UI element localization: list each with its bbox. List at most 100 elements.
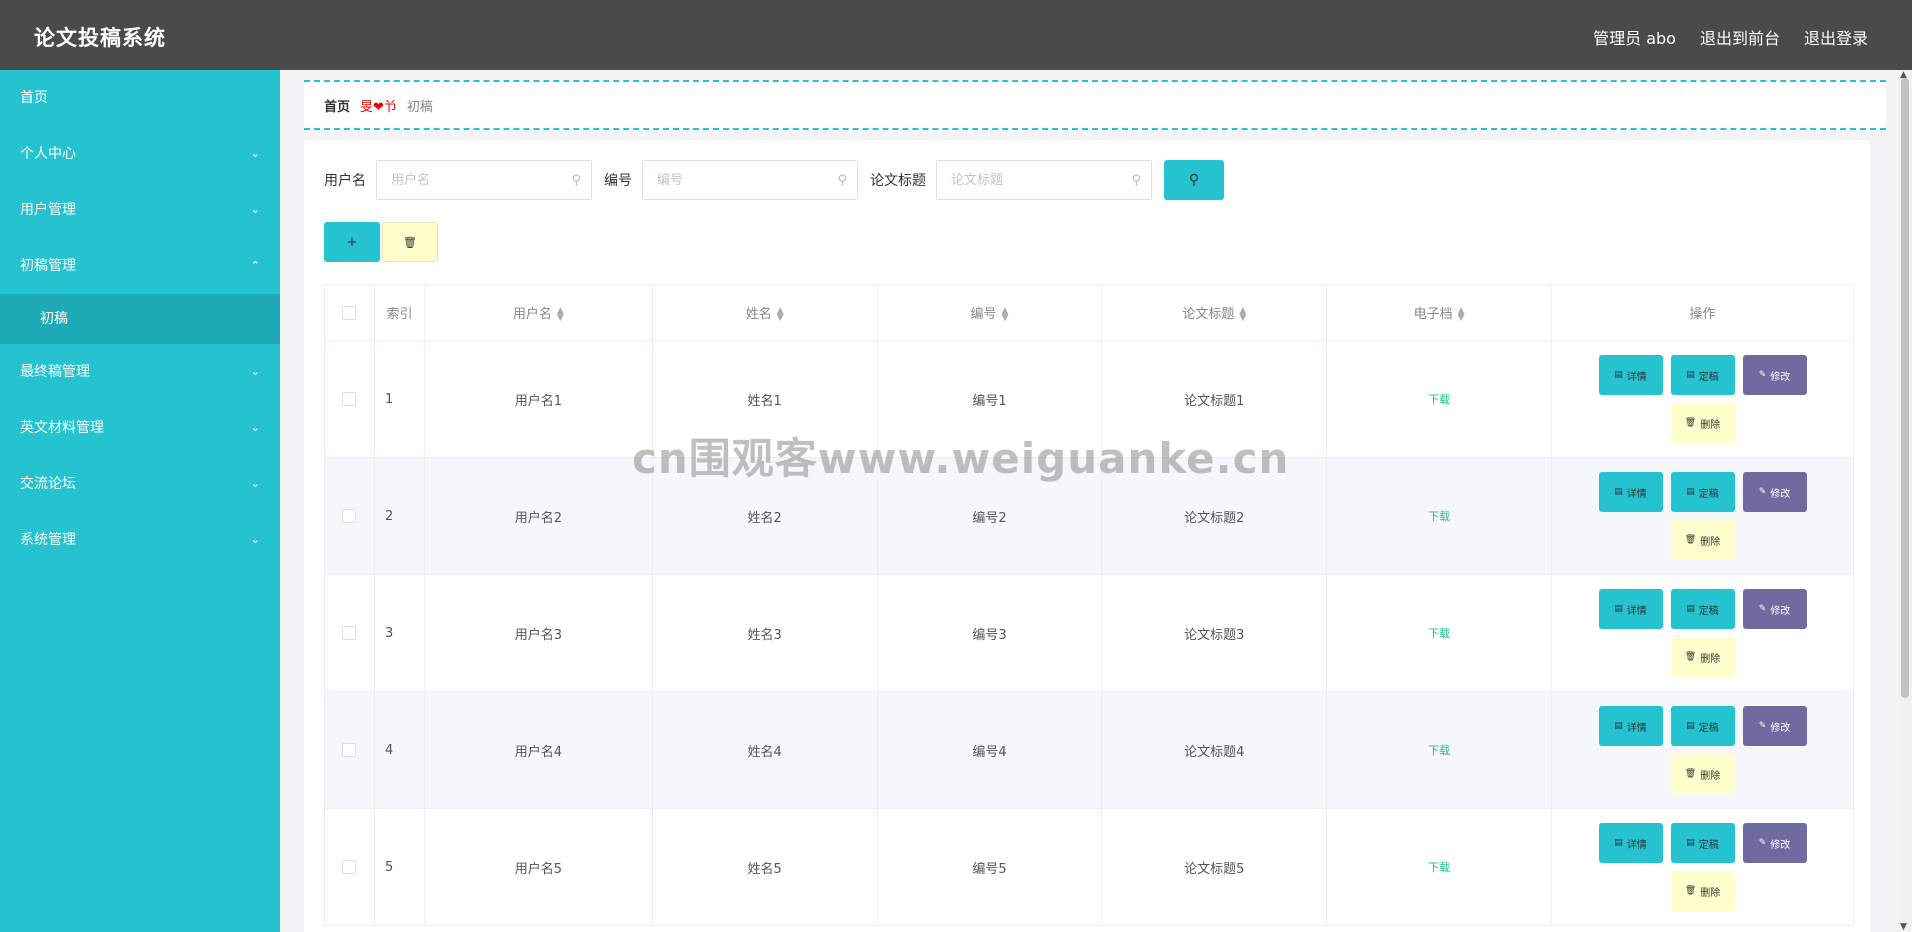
row-index: 3 <box>373 574 425 692</box>
number-search-input[interactable] <box>643 161 857 199</box>
download-link[interactable]: 下载 <box>1428 861 1450 874</box>
document-icon: ▤ <box>1686 604 1695 614</box>
row-actions: ▤ 详情 ▤ 定稿 ✎ 修改 🗑 删除 <box>1551 691 1854 809</box>
table-row: 3 用户名3 姓名3 编号3 论文标题3 下载 ▤ 详情 ▤ 定稿 ✎ 修改 🗑 删除 <box>324 574 1854 692</box>
header-name[interactable]: 姓名 ▲ ▼ <box>651 284 878 341</box>
detail-button[interactable]: ▤ 详情 <box>1598 472 1663 512</box>
detail-button[interactable]: ▤ 详情 <box>1598 355 1663 395</box>
trash-icon: 🗑 <box>1684 418 1697 428</box>
logout-link[interactable]: 退出登录 <box>1804 25 1868 49</box>
main-content: 首页 旻❤兯 初稿 用户名 ⚲ 编号 ⚲ 论文标题 ⚲ ⚲ + 🗑 <box>280 70 1912 932</box>
username-search-input[interactable] <box>377 161 591 199</box>
pencil-icon: ✎ <box>1758 721 1767 731</box>
finalize-button[interactable]: ▤ 定稿 <box>1670 355 1735 395</box>
finalize-button[interactable]: ▤ 定稿 <box>1670 706 1735 746</box>
table-header-row: 索引 用户名 ▲ ▼ 姓名 ▲ ▼ 编号 ▲ ▼ 论文标题 ▲ ▼ 电子档 ▲ ▼ 操作 <box>324 284 1854 341</box>
row-name: 姓名2 <box>651 457 878 575</box>
download-link[interactable]: 下载 <box>1428 627 1450 640</box>
row-number: 编号3 <box>876 574 1103 692</box>
chevron-down-icon: ⌄ <box>250 421 260 434</box>
document-icon: ▤ <box>1614 838 1623 848</box>
breadcrumb-home[interactable]: 首页 <box>324 96 350 115</box>
row-index: 1 <box>373 340 425 458</box>
sidebar-item-english-material[interactable]: 英文材料管理 ⌄ <box>0 400 280 456</box>
detail-button[interactable]: ▤ 详情 <box>1598 706 1663 746</box>
row-actions: ▤ 详情 ▤ 定稿 ✎ 修改 🗑 删除 <box>1551 457 1854 575</box>
sidebar-item-draft[interactable]: 初稿 <box>0 294 280 344</box>
detail-button[interactable]: ▤ 详情 <box>1598 589 1663 629</box>
row-select-cell <box>324 691 375 809</box>
pencil-icon: ✎ <box>1758 838 1767 848</box>
edit-button[interactable]: ✎ 修改 <box>1742 706 1807 746</box>
pencil-icon: ✎ <box>1758 604 1767 614</box>
sidebar-item-user-management[interactable]: 用户管理 ⌄ <box>0 182 280 238</box>
delete-button[interactable]: 🗑 删除 <box>1670 403 1735 443</box>
table-row: 2 用户名2 姓名2 编号2 论文标题2 下载 ▤ 详情 ▤ 定稿 ✎ 修改 🗑 删除 <box>324 457 1854 575</box>
edit-button[interactable]: ✎ 修改 <box>1742 589 1807 629</box>
row-actions: ▤ 详情 ▤ 定稿 ✎ 修改 🗑 删除 <box>1551 808 1854 926</box>
row-number: 编号2 <box>876 457 1103 575</box>
row-index: 4 <box>373 691 425 809</box>
select-all-checkbox[interactable] <box>342 305 357 320</box>
row-checkbox[interactable] <box>342 509 357 523</box>
delete-button[interactable]: 🗑 删除 <box>1670 871 1735 911</box>
edit-button[interactable]: ✎ 修改 <box>1742 472 1807 512</box>
row-title: 论文标题2 <box>1101 457 1328 575</box>
finalize-button[interactable]: ▤ 定稿 <box>1670 472 1735 512</box>
number-label: 编号 <box>604 173 632 189</box>
number-search-box: ⚲ <box>642 160 858 200</box>
scrollbar-thumb[interactable] <box>1901 78 1909 698</box>
scroll-down-icon[interactable]: ▼ <box>1900 922 1907 932</box>
chevron-down-icon: ⌄ <box>250 477 260 490</box>
sidebar-item-home[interactable]: 首页 <box>0 70 280 126</box>
row-number: 编号5 <box>876 808 1103 926</box>
batch-delete-button[interactable]: 🗑 <box>382 222 438 262</box>
trash-icon: 🗑 <box>1684 886 1697 896</box>
sidebar-item-personal-center[interactable]: 个人中心 ⌄ <box>0 126 280 182</box>
finalize-button[interactable]: ▤ 定稿 <box>1670 823 1735 863</box>
document-icon: ▤ <box>1686 487 1695 497</box>
header-username[interactable]: 用户名 ▲ ▼ <box>423 284 653 341</box>
table-row: 4 用户名4 姓名4 编号4 论文标题4 下载 ▤ 详情 ▤ 定稿 ✎ 修改 🗑 删除 <box>324 691 1854 809</box>
add-button[interactable]: + <box>324 222 380 262</box>
chevron-down-icon: ⌄ <box>250 365 260 378</box>
download-link[interactable]: 下载 <box>1428 510 1450 523</box>
row-checkbox[interactable] <box>342 626 357 640</box>
header-title[interactable]: 论文标题 ▲ ▼ <box>1101 284 1328 341</box>
download-link[interactable]: 下载 <box>1428 393 1450 406</box>
row-checkbox[interactable] <box>342 743 357 757</box>
row-file-cell: 下载 <box>1326 340 1552 458</box>
title-search-input[interactable] <box>937 161 1151 199</box>
vertical-scrollbar[interactable]: ▲ ▼ <box>1898 70 1912 932</box>
row-checkbox[interactable] <box>342 392 357 406</box>
header-file[interactable]: 电子档 ▲ ▼ <box>1326 284 1552 341</box>
exit-to-front-link[interactable]: 退出到前台 <box>1700 25 1780 49</box>
edit-button[interactable]: ✎ 修改 <box>1742 355 1807 395</box>
row-name: 姓名5 <box>651 808 878 926</box>
delete-button[interactable]: 🗑 删除 <box>1670 754 1735 794</box>
delete-button[interactable]: 🗑 删除 <box>1670 637 1735 677</box>
row-index: 5 <box>373 808 425 926</box>
username-label: 用户名 <box>324 173 366 189</box>
row-checkbox[interactable] <box>342 860 357 874</box>
delete-button[interactable]: 🗑 删除 <box>1670 520 1735 560</box>
sidebar-item-draft-management[interactable]: 初稿管理 ⌃ <box>0 238 280 294</box>
download-link[interactable]: 下载 <box>1428 744 1450 757</box>
search-button[interactable]: ⚲ <box>1164 160 1224 200</box>
sidebar-item-system-management[interactable]: 系统管理 ⌄ <box>0 512 280 568</box>
finalize-button[interactable]: ▤ 定稿 <box>1670 589 1735 629</box>
row-select-cell <box>324 574 375 692</box>
row-actions: ▤ 详情 ▤ 定稿 ✎ 修改 🗑 删除 <box>1551 574 1854 692</box>
row-username: 用户名2 <box>423 457 653 575</box>
sort-icon: ▲ ▼ <box>1457 305 1465 323</box>
content-panel: 用户名 ⚲ 编号 ⚲ 论文标题 ⚲ ⚲ + 🗑 <box>304 140 1870 932</box>
row-file-cell: 下载 <box>1326 808 1552 926</box>
sidebar-item-forum[interactable]: 交流论坛 ⌄ <box>0 456 280 512</box>
edit-button[interactable]: ✎ 修改 <box>1742 823 1807 863</box>
trash-icon: 🗑 <box>403 235 417 249</box>
sidebar-item-final-management[interactable]: 最终稿管理 ⌄ <box>0 344 280 400</box>
header-number[interactable]: 编号 ▲ ▼ <box>876 284 1103 341</box>
detail-button[interactable]: ▤ 详情 <box>1598 823 1663 863</box>
trash-icon: 🗑 <box>1684 769 1697 779</box>
row-file-cell: 下载 <box>1326 574 1552 692</box>
